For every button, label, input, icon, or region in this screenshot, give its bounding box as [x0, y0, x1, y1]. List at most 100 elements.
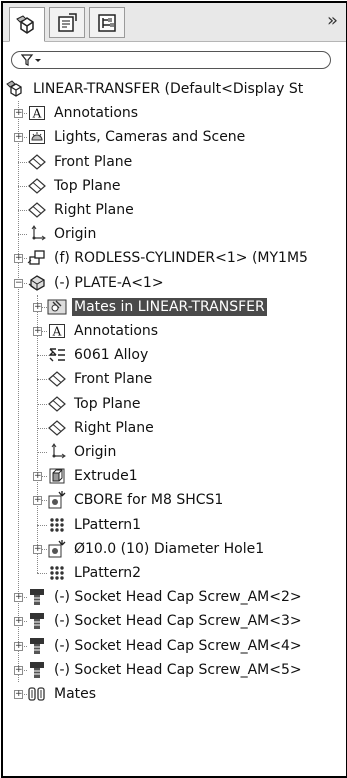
tree-connector-line	[37, 379, 47, 381]
expand-toggle[interactable]: +	[33, 496, 42, 506]
tree-item-extrude1[interactable]: Extrude1	[47, 464, 140, 488]
tree-connector-line	[37, 294, 38, 574]
pattern-icon	[47, 515, 67, 535]
expand-toggle[interactable]: +	[14, 690, 23, 699]
tree-item-material[interactable]: 6061 Alloy	[47, 343, 150, 367]
tree-item-plate-annotations[interactable]: A Annotations	[47, 319, 160, 343]
expand-toggle[interactable]: +	[33, 327, 42, 336]
annotation-icon: A	[47, 321, 67, 341]
extrude-icon	[47, 466, 67, 486]
filter-input[interactable]	[11, 51, 331, 69]
tree-item-plate-front-plane[interactable]: Front Plane	[47, 367, 154, 391]
tree-item-label: (-) Socket Head Cap Screw_AM<5>	[54, 661, 302, 678]
tree-item-plate-right-plane[interactable]: Right Plane	[47, 416, 156, 440]
expand-toggle[interactable]: +	[33, 302, 42, 312]
expand-tabs-button[interactable]: »	[327, 12, 338, 30]
feature-manager-tab[interactable]	[9, 7, 45, 42]
expand-toggle[interactable]: +	[33, 472, 42, 482]
tree-connector-line	[18, 161, 27, 163]
tree-item-lpattern1[interactable]: LPattern1	[47, 513, 143, 537]
tree-item-label: Front Plane	[54, 153, 133, 170]
tree-item-label: Lights, Cameras and Scene	[54, 129, 246, 146]
tree-item-top-plane[interactable]: Top Plane	[27, 174, 122, 198]
tree-item-plate-top-plane[interactable]: Top Plane	[47, 392, 142, 416]
tree-item-screw-3[interactable]: (-) Socket Head Cap Screw_AM<3>	[27, 609, 304, 633]
tree-item-lpattern2[interactable]: LPattern2	[47, 561, 143, 585]
property-manager-tab[interactable]	[49, 7, 85, 38]
tree-item-label: Top Plane	[74, 395, 141, 412]
tree-item-cbore[interactable]: CBORE for M8 SHCS1	[47, 488, 225, 512]
tree-item-screw-2[interactable]: (-) Socket Head Cap Screw_AM<2>	[27, 585, 304, 609]
tree-item-right-plane[interactable]: Right Plane	[27, 198, 136, 222]
tree-connector-line	[18, 234, 27, 236]
tree-item-label: Ø10.0 (10) Diameter Hole1	[74, 540, 265, 557]
plane-icon	[47, 369, 67, 389]
screw-icon	[27, 611, 47, 631]
tree-item-plate-origin[interactable]: Origin	[47, 440, 118, 464]
tree-item-label: Mates	[54, 686, 97, 702]
lights-icon	[27, 127, 47, 147]
tree-item-annotations[interactable]: A Annotations	[27, 101, 140, 125]
tree-item-label: Right Plane	[54, 202, 134, 218]
expand-toggle[interactable]: +	[33, 544, 42, 554]
tree-connector-line	[37, 403, 47, 405]
plane-icon	[27, 176, 47, 196]
tree-item-front-plane[interactable]: Front Plane	[27, 150, 134, 174]
tree-connector-line	[37, 573, 47, 574]
tree-item-label: Annotations	[54, 105, 139, 122]
tree-item-label: (-) Socket Head Cap Screw_AM<2>	[54, 589, 302, 606]
tree-item-mates-in-linear-transfer[interactable]: Mates in LINEAR-TRANSFER	[47, 295, 267, 319]
tree-connector-line	[18, 210, 27, 211]
plane-icon	[47, 418, 67, 438]
plane-icon	[47, 394, 67, 414]
mates-icon	[27, 684, 47, 704]
tree-item-plate-a[interactable]: (-) PLATE-A<1>	[27, 271, 166, 295]
tree-item-screw-4[interactable]: (-) Socket Head Cap Screw_AM<4>	[27, 634, 304, 658]
feature-manager-icon	[16, 14, 34, 34]
tree-item-screw-5[interactable]: (-) Socket Head Cap Screw_AM<5>	[27, 658, 304, 682]
tree-item-mates[interactable]: Mates	[27, 682, 98, 706]
expand-toggle[interactable]: +	[14, 617, 23, 627]
plane-icon	[27, 200, 47, 220]
tree-item-label: Right Plane	[74, 419, 154, 436]
svg-text:A: A	[52, 325, 62, 339]
expand-toggle[interactable]: +	[14, 133, 23, 143]
tree-item-rodless-cylinder[interactable]: (f) RODLESS-CYLINDER<1> (MY1M5	[27, 246, 310, 270]
tree-item-label: Annotations	[74, 323, 159, 339]
plane-icon	[27, 152, 47, 172]
tree-item-label: (-) Socket Head Cap Screw_AM<3>	[54, 613, 302, 630]
expand-toggle[interactable]: +	[14, 665, 23, 675]
hole-wizard-icon	[47, 539, 67, 559]
expand-toggle[interactable]: +	[14, 641, 23, 651]
screw-icon	[27, 636, 47, 656]
tree-item-diameter-hole[interactable]: Ø10.0 (10) Diameter Hole1	[47, 537, 266, 561]
expand-toggle[interactable]: +	[14, 254, 23, 264]
tree-item-label: LPattern2	[74, 565, 142, 581]
assembly-icon	[6, 79, 26, 99]
tree-item-label: 6061 Alloy	[74, 347, 149, 364]
screw-icon	[27, 587, 47, 607]
collapse-toggle[interactable]: −	[14, 278, 23, 288]
tree-item-origin[interactable]: Origin	[27, 222, 98, 246]
annotation-icon: A	[27, 103, 47, 123]
pattern-icon	[47, 563, 67, 583]
tree-item-lights-cameras-scene[interactable]: Lights, Cameras and Scene	[27, 125, 247, 149]
expand-toggle[interactable]: +	[14, 109, 23, 119]
expand-toggle[interactable]: +	[14, 593, 23, 603]
configuration-manager-tab[interactable]	[89, 7, 125, 38]
tree-item-label: Mates in LINEAR-TRANSFER	[72, 297, 267, 316]
tree-item-label: Origin	[54, 226, 97, 243]
tree-connector-line	[37, 355, 47, 357]
tree-item-label: (-) PLATE-A<1>	[54, 274, 164, 291]
tree-item-label: Extrude1	[74, 468, 138, 485]
tree-item-linear-transfer[interactable]: LINEAR-TRANSFER (Default<Display St	[6, 77, 305, 101]
configuration-manager-icon	[98, 13, 116, 32]
tree-item-label: Origin	[74, 444, 117, 460]
origin-icon	[27, 224, 47, 244]
feature-manager-panel: » LINEAR-TRANSFER (Default<Display St + A A…	[1, 1, 347, 778]
tree-item-label: Top Plane	[54, 177, 121, 194]
tree-item-label: Front Plane	[74, 371, 153, 388]
tree-item-label: LPattern1	[74, 516, 142, 533]
tree-connector-line	[18, 185, 27, 187]
screw-icon	[27, 660, 47, 680]
